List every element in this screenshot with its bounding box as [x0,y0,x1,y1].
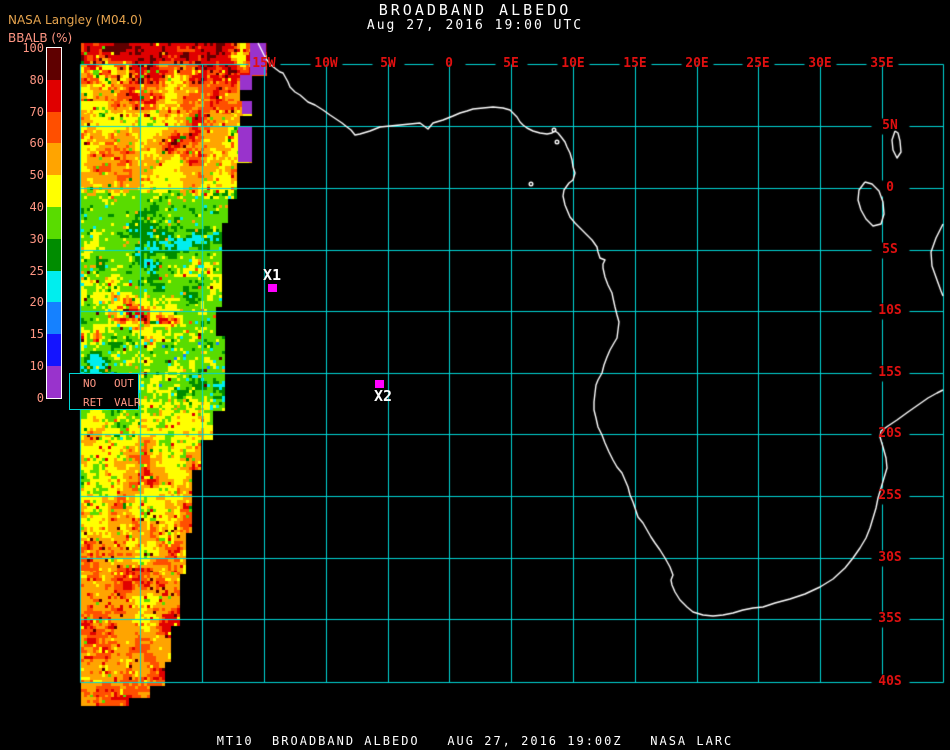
page-subtitle: Aug 27, 2016 19:00 UTC [366,18,584,33]
colorbar-segment [47,206,61,239]
colorbar-segment [47,365,61,398]
colorbar-segment [47,238,61,271]
colorbar-tick-label: 50 [29,168,44,183]
colorbar-tick-label: 25 [29,263,44,278]
source-label: NASA Langley (M04.0) [8,13,143,27]
longitude-label: 15W [252,56,276,71]
colorbar-segment [47,334,61,366]
longitude-label: 10E [561,56,585,71]
latitude-label: 35S [878,611,902,626]
marker-point-x2 [375,380,384,388]
latitude-label: 15S [878,365,902,380]
albedo-map-page: BROADBAND ALBEDO Aug 27, 2016 19:00 UTC … [0,0,950,750]
longitude-label: 35E [870,56,894,71]
longitude-label: 10W [314,56,338,71]
colorbar-tick-label: 80 [29,72,44,87]
colorbar-segment [47,111,61,144]
colorbar-segment [47,79,61,112]
colorbar-tick-label: 15 [29,327,44,342]
legend-out-label: OUT [114,377,134,390]
longitude-label: 30E [808,56,832,71]
longitude-label: 20E [685,56,709,71]
colorbar-tick-label: 30 [29,231,44,246]
colorbar-tick-label: 70 [29,104,44,119]
colorbar-segment [47,48,61,80]
colorbar-tick-label: 60 [29,136,44,151]
legend-no-label: NO [83,377,97,390]
latitude-label: 25S [878,488,902,503]
page-title: BROADBAND ALBEDO [378,1,572,19]
longitude-label: 15E [623,56,647,71]
albedo-map-canvas [0,0,950,750]
latitude-label: 30S [878,550,902,565]
colorbar-segment [47,270,61,303]
colorbar-tick-label: 20 [29,295,44,310]
colorbar-tick-label: 10 [29,359,44,373]
marker-label-x2: X2 [374,387,393,405]
longitude-label: 5E [503,56,519,71]
colorbar-tick-label: 100 [22,41,44,55]
latitude-label: 20S [878,426,902,441]
colorbar-tick-label: 0 [36,390,44,405]
marker-point-x1 [268,284,277,292]
footer-caption: MT10 BROADBAND ALBEDO AUG 27, 2016 19:00… [216,734,734,748]
colorbar-tick-label: 40 [29,200,44,214]
colorbar-segment [47,143,61,176]
latitude-label: 40S [878,674,902,689]
legend-ret-label: RET [83,396,103,409]
colorbar-segment [47,175,61,207]
marker-label-x1: X1 [263,266,282,284]
colorbar [46,47,62,399]
latitude-label: 5S [882,242,898,257]
legend-valr-label: VALR [114,396,141,409]
no-retrieval-legend-box: NO OUT RET VALR [69,373,141,410]
colorbar-segment [47,302,61,335]
latitude-label: 5N [882,118,898,133]
longitude-label: 25E [746,56,770,71]
longitude-label: 5W [380,56,396,71]
longitude-label: 0 [445,56,453,71]
latitude-label: 10S [878,303,902,318]
latitude-label: 0 [886,180,894,195]
